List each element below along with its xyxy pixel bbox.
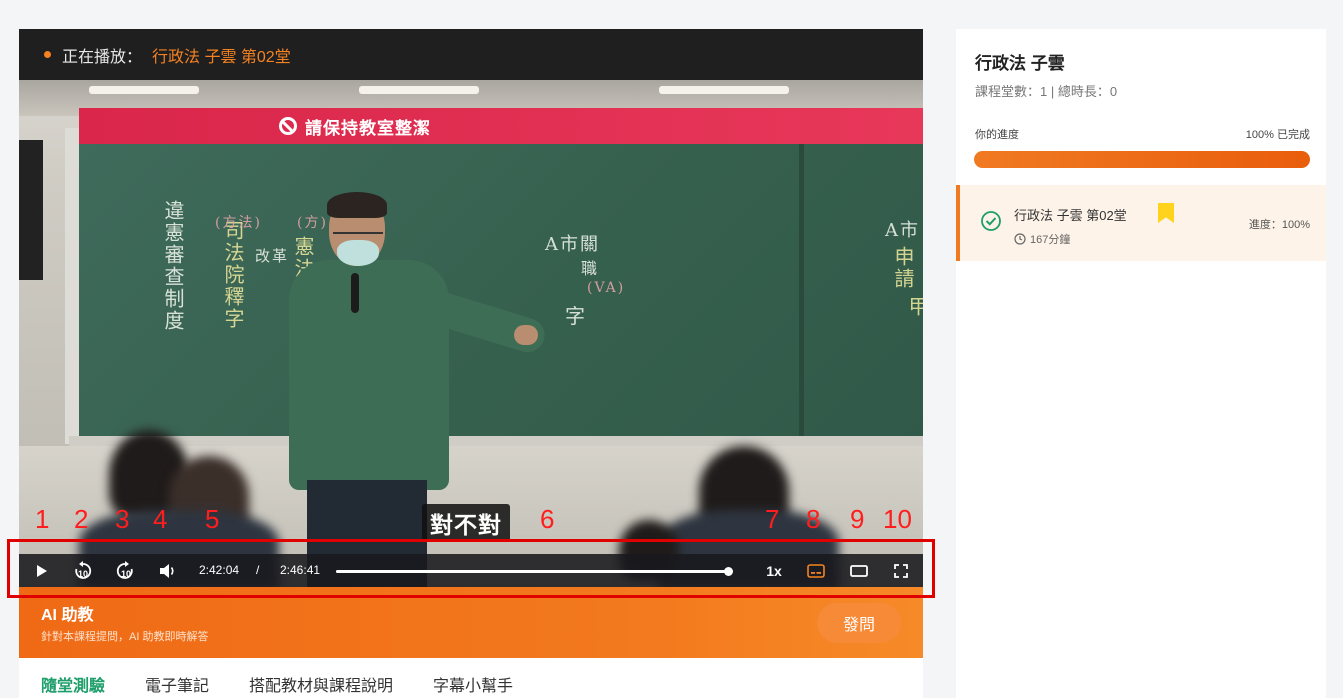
annotation-number: 8 bbox=[806, 504, 821, 534]
now-playing-bar: 正在播放： 行政法 子雲 第02堂 bbox=[19, 29, 923, 80]
chalk-text: 甲 bbox=[905, 296, 923, 318]
chalk-text: 司法院釋字 bbox=[221, 220, 245, 330]
course-meta: 課程堂數：1 | 總時長：0 bbox=[975, 84, 1118, 99]
tab-e-notes[interactable]: 電子筆記 bbox=[145, 672, 209, 698]
ask-question-button[interactable]: 發問 bbox=[817, 603, 901, 643]
course-progress-bar bbox=[974, 151, 1310, 168]
progress-label: 你的進度 bbox=[975, 129, 1019, 141]
lesson-item[interactable]: 行政法 子雲 第02堂 167分鐘 進度：100% bbox=[956, 185, 1326, 261]
clock-icon bbox=[1014, 233, 1026, 245]
progress-value: 100% 已完成 bbox=[1245, 129, 1310, 141]
course-sidebar: 行政法 子雲 課程堂數：1 | 總時長：0 你的進度 100% 已完成 行政法 … bbox=[956, 29, 1326, 698]
chalk-tray bbox=[69, 436, 923, 446]
tab-subtitle-helper[interactable]: 字幕小幫手 bbox=[433, 672, 513, 698]
now-playing-label: 正在播放： bbox=[62, 48, 143, 66]
lesson-duration: 167分鐘 bbox=[1014, 231, 1070, 247]
now-playing-title: 行政法 子雲 第02堂 bbox=[152, 48, 291, 66]
chalk-text: 申請 bbox=[891, 246, 915, 290]
chalk-text: (方法) bbox=[215, 215, 262, 231]
tab-materials[interactable]: 搭配教材與課程說明 bbox=[249, 672, 393, 698]
chalk-text: (方) bbox=[297, 215, 328, 231]
video-subtitle: 對不對 bbox=[422, 504, 510, 542]
chalk-text: A市 bbox=[885, 220, 920, 241]
completed-check-icon bbox=[980, 210, 1002, 237]
chalk-text: (VA) bbox=[587, 280, 626, 296]
tab-quiz[interactable]: 隨堂測驗 bbox=[41, 672, 105, 698]
annotation-number: 10 bbox=[883, 504, 912, 534]
annotation-number: 4 bbox=[153, 504, 168, 534]
bookmark-icon[interactable] bbox=[1158, 203, 1174, 223]
teacher-figure bbox=[289, 260, 449, 490]
annotation-number: 1 bbox=[35, 504, 50, 534]
course-progress-fill bbox=[974, 151, 1310, 168]
chalk-text: 職 bbox=[578, 260, 597, 278]
lesson-progress: 進度：100% bbox=[1248, 219, 1310, 231]
classroom-banner: 請保持教室整潔 bbox=[79, 108, 923, 144]
no-sign-icon bbox=[279, 117, 297, 135]
now-playing-dot-icon bbox=[44, 51, 51, 58]
annotation-number: 2 bbox=[74, 504, 89, 534]
lesson-duration-text: 167分鐘 bbox=[1030, 234, 1071, 246]
annotation-number: 7 bbox=[765, 504, 780, 534]
highlight-box bbox=[7, 539, 935, 598]
course-title: 行政法 子雲 bbox=[975, 54, 1065, 73]
ai-assistant-title: AI 助教 bbox=[41, 607, 94, 624]
chalk-text: A市關 bbox=[545, 234, 600, 255]
ai-assistant-subtitle: 針對本課程提問，AI 助教即時解答 bbox=[41, 631, 209, 643]
content-tabs: 隨堂測驗 電子筆記 搭配教材與課程說明 字幕小幫手 bbox=[19, 658, 923, 698]
annotation-number: 5 bbox=[205, 504, 220, 534]
video-player[interactable]: 請保持教室整潔 違憲審查制度 司法院釋字 (方法) (方) 改革 憲法 A市關 … bbox=[19, 80, 923, 587]
banner-text: 請保持教室整潔 bbox=[305, 118, 431, 138]
annotation-number: 3 bbox=[115, 504, 130, 534]
annotation-number: 6 bbox=[540, 504, 555, 534]
lesson-name: 行政法 子雲 第02堂 bbox=[1014, 208, 1127, 223]
microphone-icon bbox=[351, 273, 359, 313]
video-wall-screen bbox=[19, 140, 43, 280]
blackboard bbox=[79, 142, 923, 438]
annotation-number: 9 bbox=[850, 504, 865, 534]
page: 正在播放： 行政法 子雲 第02堂 請保持教室整潔 違憲審查制度 司法院釋字 (… bbox=[0, 0, 1343, 698]
chalk-text: 改革 bbox=[255, 247, 290, 265]
chalk-text: 字 bbox=[565, 304, 587, 328]
chalk-text: 違憲審查制度 bbox=[161, 200, 185, 332]
